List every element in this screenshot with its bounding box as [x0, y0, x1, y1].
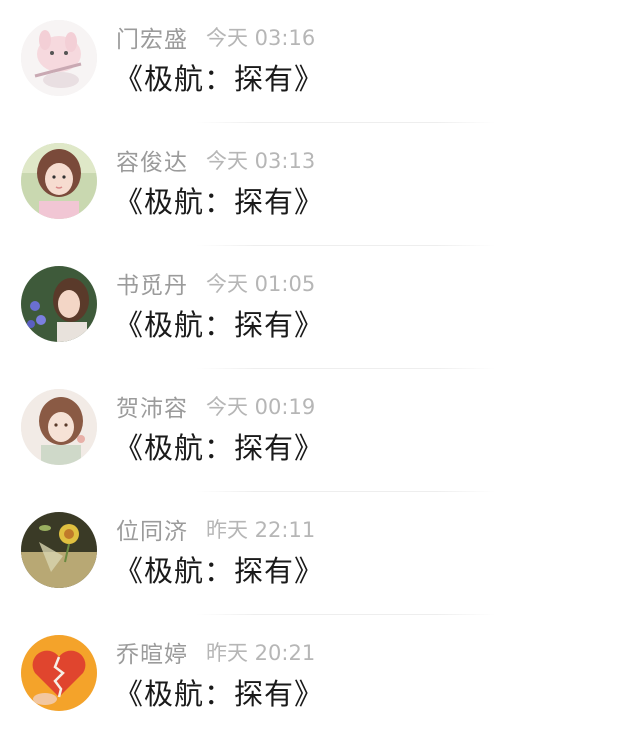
avatar[interactable] [21, 389, 97, 465]
feed-item[interactable]: 乔暄婷 昨天 20:21 《极航：探有》 [0, 615, 640, 738]
item-meta: 贺沛容 今天 00:19 [116, 389, 315, 423]
feed-item[interactable]: 贺沛容 今天 00:19 《极航：探有》 [0, 369, 640, 492]
timestamp: 今天 01:05 [206, 272, 316, 296]
avatar-cartoon-rabbit-icon [21, 20, 97, 96]
timestamp: 今天 03:13 [206, 149, 316, 173]
feed-item[interactable]: 容俊达 今天 03:13 《极航：探有》 [0, 123, 640, 246]
item-meta: 门宏盛 今天 03:16 [116, 20, 315, 54]
avatar-broken-heart-icon [21, 635, 97, 711]
user-name[interactable]: 贺沛容 [116, 389, 188, 423]
message-text[interactable]: 《极航：探有》 [114, 56, 324, 98]
item-meta: 书觅丹 今天 01:05 [116, 266, 315, 300]
feed-item[interactable]: 门宏盛 今天 03:16 《极航：探有》 [0, 0, 640, 123]
item-meta: 乔暄婷 昨天 20:21 [116, 635, 315, 669]
avatar[interactable] [21, 20, 97, 96]
avatar[interactable] [21, 266, 97, 342]
avatar-flower-glass-icon [21, 512, 97, 588]
message-text[interactable]: 《极航：探有》 [114, 548, 324, 590]
feed-item[interactable]: 书觅丹 今天 01:05 《极航：探有》 [0, 246, 640, 369]
message-text[interactable]: 《极航：探有》 [114, 302, 324, 344]
avatar[interactable] [21, 635, 97, 711]
user-name[interactable]: 门宏盛 [116, 20, 188, 54]
avatar-girl-portrait-icon [21, 143, 97, 219]
timestamp: 今天 00:19 [206, 395, 316, 419]
item-meta: 位同济 昨天 22:11 [116, 512, 315, 546]
user-name[interactable]: 书觅丹 [116, 266, 188, 300]
avatar[interactable] [21, 143, 97, 219]
user-name[interactable]: 乔暄婷 [116, 635, 188, 669]
item-meta: 容俊达 今天 03:13 [116, 143, 315, 177]
message-text[interactable]: 《极航：探有》 [114, 179, 324, 221]
message-text[interactable]: 《极航：探有》 [114, 425, 324, 467]
user-name[interactable]: 容俊达 [116, 143, 188, 177]
user-name[interactable]: 位同济 [116, 512, 188, 546]
feed-item[interactable]: 位同济 昨天 22:11 《极航：探有》 [0, 492, 640, 615]
avatar-anime-girl-icon [21, 389, 97, 465]
timestamp: 昨天 20:21 [206, 641, 316, 665]
avatar[interactable] [21, 512, 97, 588]
timestamp: 昨天 22:11 [206, 518, 316, 542]
avatar-girl-flowers-icon [21, 266, 97, 342]
timestamp: 今天 03:16 [206, 26, 316, 50]
message-text[interactable]: 《极航：探有》 [114, 671, 324, 713]
